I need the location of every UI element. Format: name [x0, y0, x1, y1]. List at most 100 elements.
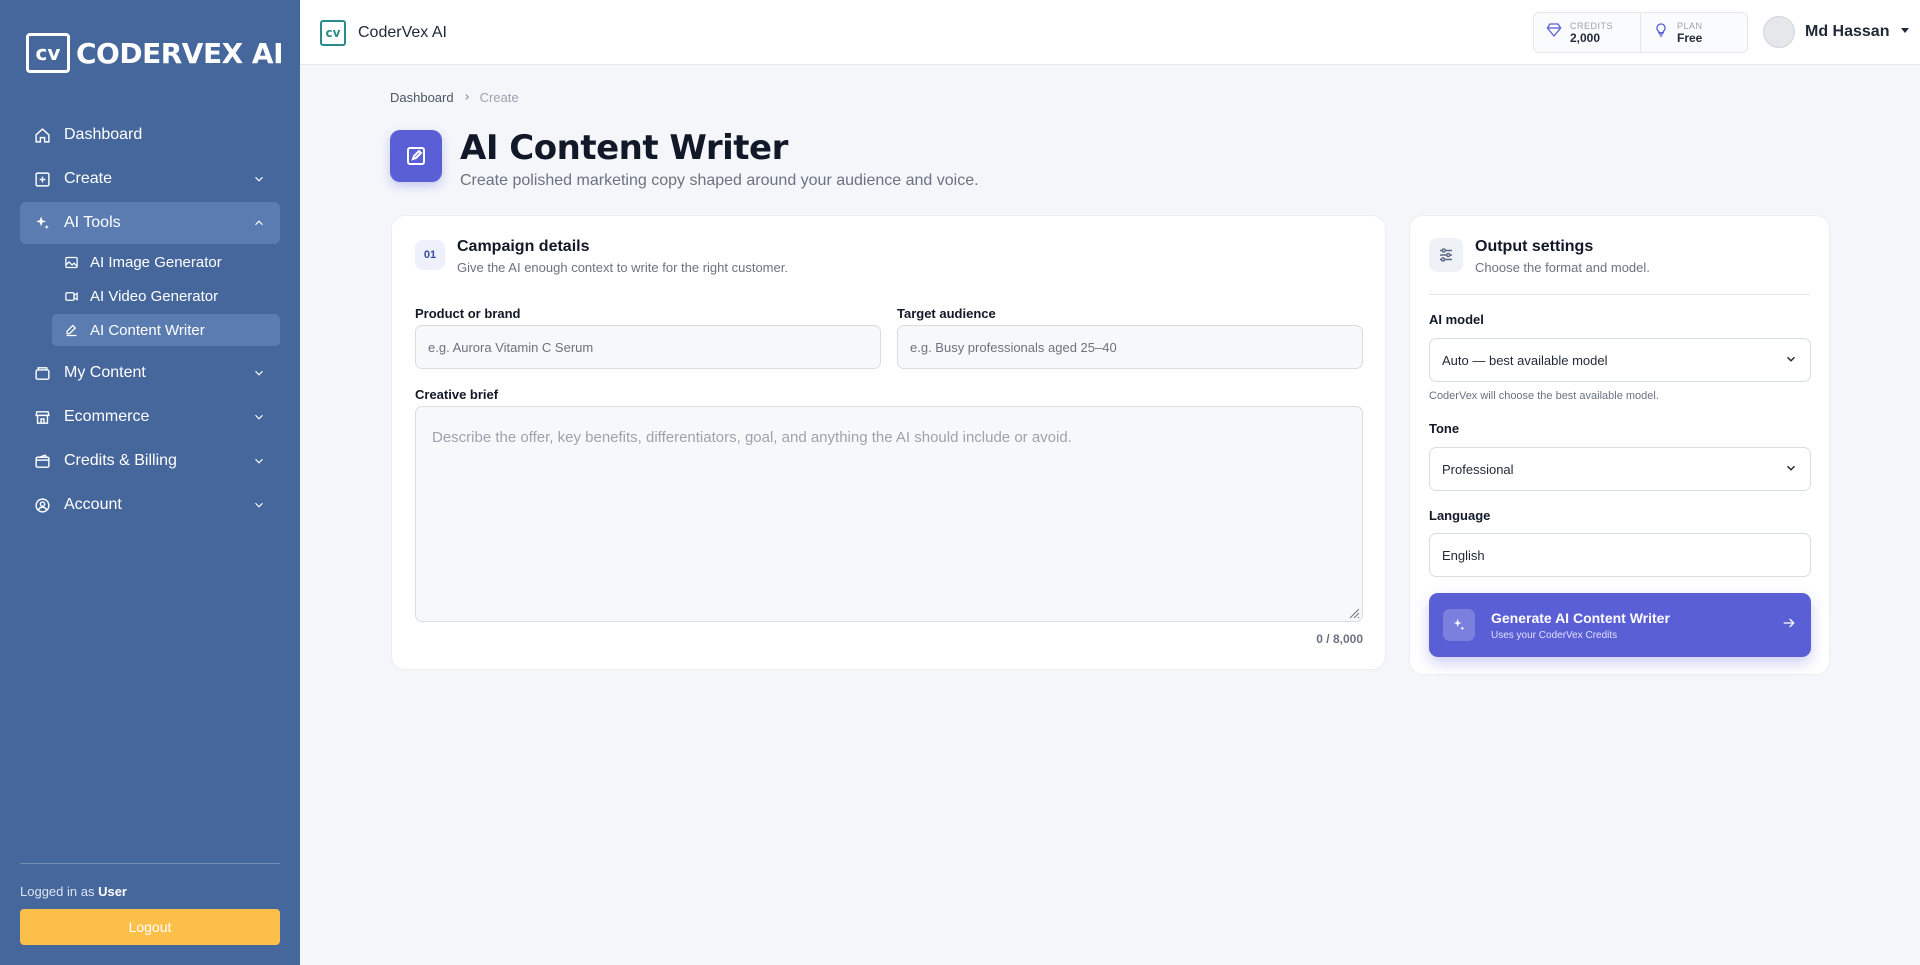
- language-input[interactable]: English: [1429, 533, 1811, 577]
- wallet-icon: [32, 451, 52, 471]
- plus-square-icon: [32, 169, 52, 189]
- logo-mark: cv: [26, 33, 70, 73]
- step-badge: 01: [415, 240, 445, 270]
- logged-in-text: Logged in as User: [20, 884, 280, 899]
- brand-logo-icon: cv: [320, 20, 346, 46]
- credits-stat[interactable]: CREDITS 2,000: [1534, 13, 1640, 52]
- user-circle-icon: [32, 495, 52, 515]
- sidebar-subitem-ai-content-writer[interactable]: AI Content Writer: [52, 314, 280, 346]
- audience-label: Target audience: [897, 306, 996, 321]
- language-label: Language: [1429, 508, 1491, 523]
- logo[interactable]: cv CODERVEX AI: [26, 33, 284, 73]
- breadcrumb: Dashboard Create: [390, 90, 519, 105]
- char-count: 0 / 8,000: [1316, 632, 1363, 646]
- chevron-down-icon: [252, 366, 266, 380]
- sliders-icon: [1429, 238, 1463, 272]
- campaign-details-card: 01 Campaign details Give the AI enough c…: [391, 215, 1386, 670]
- sparkles-icon: [32, 213, 52, 233]
- sidebar-item-ai-tools[interactable]: AI Tools: [20, 202, 280, 244]
- generate-button-label: Generate AI Content Writer: [1491, 609, 1670, 626]
- avatar: [1763, 16, 1795, 48]
- model-select-value: Auto — best available model: [1442, 352, 1608, 368]
- model-label: AI model: [1429, 312, 1484, 327]
- caret-down-icon: [1899, 23, 1911, 41]
- ai-tools-submenu: AI Image Generator AI Video Generator AI…: [20, 246, 280, 346]
- chevron-down-icon: [1784, 352, 1798, 369]
- sidebar-item-label: Create: [64, 170, 113, 187]
- chevron-down-icon: [252, 498, 266, 512]
- main-content: Dashboard Create AI Content Writer Creat…: [390, 90, 979, 189]
- logo-text: CODERVEX AI: [76, 36, 284, 70]
- sidebar-item-label: My Content: [64, 364, 146, 381]
- divider: [20, 863, 280, 864]
- tone-label: Tone: [1429, 421, 1460, 436]
- campaign-section-header: 01 Campaign details Give the AI enough c…: [415, 238, 788, 275]
- chevron-down-icon: [252, 172, 266, 186]
- pencil-square-icon: [62, 321, 80, 339]
- sidebar-footer: Logged in as User Logout: [20, 863, 280, 945]
- plan-label: PLAN: [1677, 20, 1703, 31]
- lightbulb-icon: [1653, 22, 1669, 43]
- folder-icon: [32, 363, 52, 383]
- product-input[interactable]: e.g. Aurora Vitamin C Serum: [415, 325, 881, 369]
- sidebar-item-credits-billing[interactable]: Credits & Billing: [20, 440, 280, 482]
- audience-input[interactable]: e.g. Busy professionals aged 25–40: [897, 325, 1363, 369]
- sidebar-nav: Dashboard Create AI Tools AI Image Gener…: [20, 114, 280, 528]
- arrow-right-icon: [1781, 615, 1797, 636]
- credits-label: CREDITS: [1570, 20, 1614, 31]
- generate-button[interactable]: Generate AI Content Writer Uses your Cod…: [1429, 593, 1811, 657]
- sidebar-item-account[interactable]: Account: [20, 484, 280, 526]
- breadcrumb-dashboard[interactable]: Dashboard: [390, 90, 454, 105]
- chevron-down-icon: [1784, 461, 1798, 478]
- logged-in-prefix: Logged in as: [20, 884, 95, 899]
- breadcrumb-create[interactable]: Create: [480, 90, 519, 105]
- sidebar-subitem-label: AI Image Generator: [90, 253, 222, 271]
- edit-icon: [390, 130, 442, 182]
- output-title: Output settings: [1475, 238, 1594, 255]
- output-subtitle: Choose the format and model.: [1475, 260, 1650, 275]
- chevron-up-icon: [252, 216, 266, 230]
- plan-stat[interactable]: PLAN Free: [1640, 13, 1747, 52]
- tone-select-value: Professional: [1442, 461, 1514, 477]
- sidebar: cv CODERVEX AI Dashboard Create AI Tools…: [0, 0, 300, 965]
- sidebar-item-label: Credits & Billing: [64, 452, 177, 469]
- tone-select[interactable]: Professional: [1429, 447, 1811, 491]
- sidebar-subitem-ai-image-generator[interactable]: AI Image Generator: [52, 246, 280, 278]
- sidebar-item-label: AI Tools: [64, 214, 121, 231]
- sidebar-subitem-label: AI Video Generator: [90, 287, 219, 305]
- user-name: Md Hassan: [1805, 23, 1890, 40]
- sidebar-subitem-label: AI Content Writer: [90, 321, 205, 339]
- image-icon: [62, 253, 80, 271]
- language-input-value: English: [1442, 547, 1485, 563]
- model-select[interactable]: Auto — best available model: [1429, 338, 1811, 382]
- chevron-down-icon: [252, 410, 266, 424]
- product-label: Product or brand: [415, 306, 521, 321]
- sidebar-item-ecommerce[interactable]: Ecommerce: [20, 396, 280, 438]
- sidebar-item-label: Dashboard: [64, 126, 143, 143]
- chevron-right-icon: [462, 90, 472, 105]
- sparkles-icon: [1443, 609, 1475, 641]
- diamond-icon: [1546, 22, 1562, 43]
- page-subtitle: Create polished marketing copy shaped ar…: [460, 172, 979, 189]
- logout-button[interactable]: Logout: [20, 909, 280, 945]
- campaign-subtitle: Give the AI enough context to write for …: [457, 260, 788, 275]
- user-menu[interactable]: Md Hassan: [1763, 16, 1911, 48]
- divider: [1429, 294, 1810, 295]
- brief-label: Creative brief: [415, 387, 499, 402]
- sidebar-item-my-content[interactable]: My Content: [20, 352, 280, 394]
- sidebar-subitem-ai-video-generator[interactable]: AI Video Generator: [52, 280, 280, 312]
- logged-in-user: User: [98, 884, 127, 899]
- campaign-title: Campaign details: [457, 238, 590, 255]
- credits-value: 2,000: [1570, 30, 1601, 45]
- output-settings-card: Output settings Choose the format and mo…: [1409, 215, 1830, 675]
- topbar: cv CoderVex AI CREDITS 2,000 PLAN Free Md …: [300, 0, 1920, 65]
- home-icon: [32, 125, 52, 145]
- sidebar-item-create[interactable]: Create: [20, 158, 280, 200]
- sidebar-item-dashboard[interactable]: Dashboard: [20, 114, 280, 156]
- chevron-down-icon: [252, 454, 266, 468]
- output-section-header: Output settings Choose the format and mo…: [1429, 238, 1650, 275]
- brief-textarea[interactable]: Describe the offer, key benefits, differ…: [415, 406, 1363, 622]
- plan-value: Free: [1677, 30, 1703, 45]
- topbar-brand[interactable]: cv CoderVex AI: [320, 20, 447, 46]
- resize-handle-icon[interactable]: [1348, 606, 1360, 624]
